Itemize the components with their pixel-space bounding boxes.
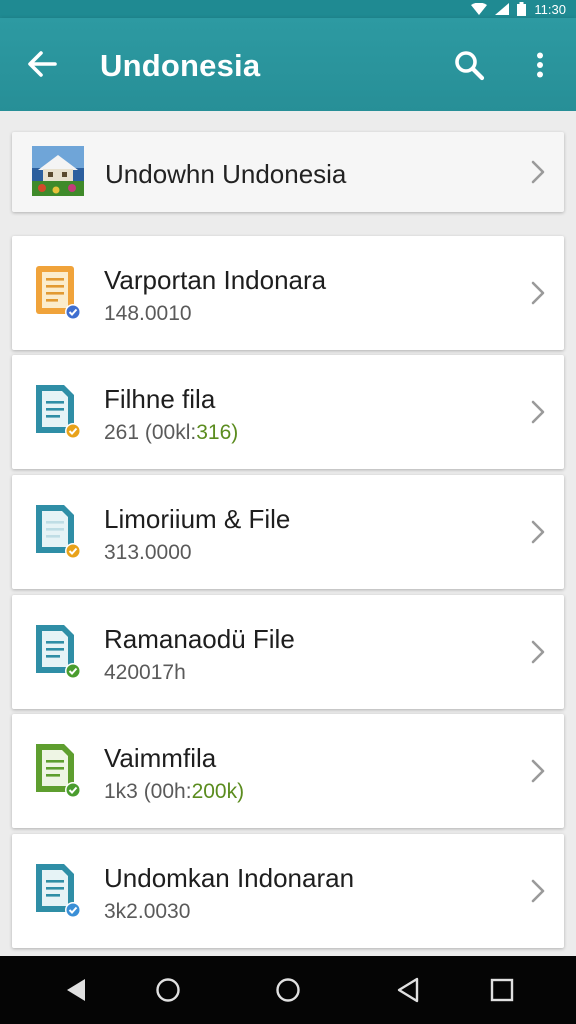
file-row[interactable]: Undomkan Indonaran 3k2.0030 [12,834,564,948]
file-name: Vaimmfila [104,743,217,773]
nav-home-icon [156,978,180,1002]
nav-back-alt-button[interactable] [388,970,428,1010]
file-name: Limoriium & File [104,504,291,534]
document-orange-icon [36,266,81,320]
wifi-icon [471,3,488,15]
back-button[interactable] [22,44,62,84]
more-vert-icon [537,52,543,78]
house-thumbnail-icon [32,146,84,196]
file-row[interactable]: Ramanaodü File 420017h [12,595,564,709]
page-title: Undonesia [100,48,261,83]
nav-home-button[interactable] [148,970,188,1010]
file-meta-accent: 316) [196,421,239,444]
nav-home-circle-icon [276,978,300,1002]
file-list[interactable]: Undowhn Undonesia Varportan Indonara 148… [0,111,576,956]
nav-back-button[interactable] [56,970,96,1010]
file-meta: 420017h [104,661,186,684]
chevron-right-icon [528,639,548,665]
document-green-icon [36,744,81,798]
status-bar: 11:30 [0,0,576,18]
nav-home-alt-button[interactable] [268,970,308,1010]
file-meta-text: 261 (00kl: [104,421,197,444]
file-name: Filhne fila [104,384,216,414]
nav-recents-button[interactable] [482,970,522,1010]
file-name: Undomkan Indonaran [104,863,355,893]
chevron-right-icon [528,519,548,545]
file-meta-accent: 200k) [191,780,245,803]
chevron-right-icon [528,758,548,784]
file-meta: 261 (00kl:316) [104,421,238,445]
system-nav-bar [0,956,576,1024]
file-row[interactable]: Varportan Indonara 148.0010 [12,236,564,350]
battery-icon [517,2,527,16]
more-options-button[interactable] [520,44,560,86]
status-icons: 11:30 [471,0,566,18]
nav-back-outline-icon [397,977,419,1003]
search-icon [455,51,485,81]
file-name: Ramanaodü File [104,624,295,654]
document-teal-icon [36,625,81,679]
file-meta: 148.0010 [104,302,192,325]
chevron-right-icon [528,399,548,425]
signal-icon [495,3,510,15]
chevron-right-icon [528,159,548,185]
file-row[interactable]: Vaimmfila 1k3 (00h:200k) [12,714,564,828]
document-teal-icon [36,505,81,559]
header-item-label: Undowhn Undonesia [105,159,347,189]
file-meta-text: 1k3 (00h: [104,780,192,803]
document-teal-icon [36,864,81,918]
file-row[interactable]: Limoriium & File 313.0000 [12,475,564,589]
file-meta: 1k3 (00h:200k) [104,780,244,804]
file-row[interactable]: Filhne fila 261 (00kl:316) [12,355,564,469]
file-meta: 3k2.0030 [104,900,191,923]
chevron-right-icon [528,280,548,306]
header-item[interactable]: Undowhn Undonesia [12,132,564,212]
file-meta: 313.0000 [104,541,192,564]
file-name: Varportan Indonara [104,265,327,295]
nav-back-icon [67,979,85,1001]
nav-recents-icon [490,978,514,1002]
document-teal-icon [36,385,81,439]
search-button[interactable] [448,44,490,86]
app-bar: Undonesia [0,18,576,111]
status-time: 11:30 [534,1,566,17]
chevron-right-icon [528,878,548,904]
arrow-back-icon [28,51,57,77]
